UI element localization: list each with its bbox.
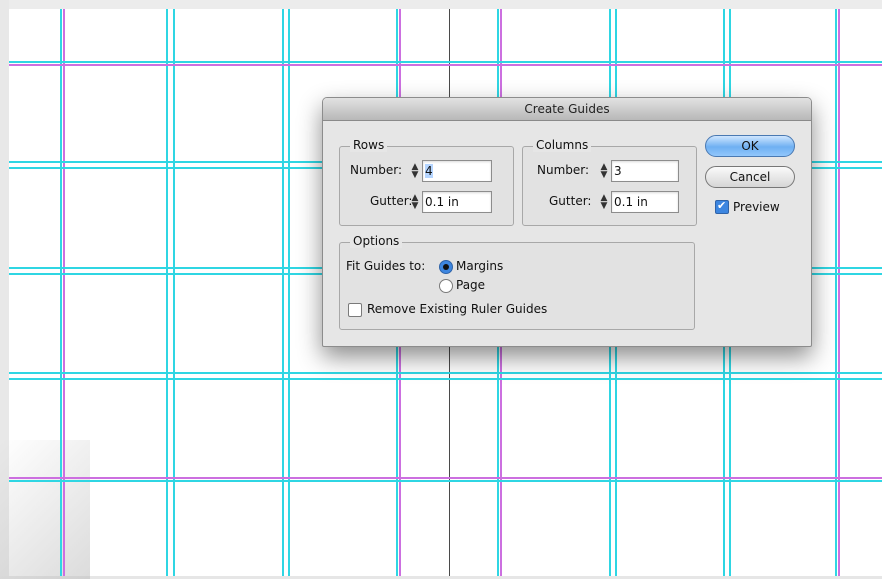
rows-number-input[interactable]: 4	[422, 160, 492, 182]
vertical-guide[interactable]	[835, 9, 837, 576]
vertical-guide[interactable]	[60, 9, 62, 576]
columns-gutter-stepper-icon[interactable]: ▲ ▼	[599, 194, 609, 211]
cancel-button[interactable]: Cancel	[705, 166, 795, 188]
rows-group: Rows Number: ▲ ▼ 4 Gutter: ▲ ▼ 0.1 in	[339, 138, 514, 226]
fit-margins-label[interactable]: Margins	[456, 259, 503, 273]
fit-guides-label: Fit Guides to:	[346, 259, 426, 273]
rows-legend: Rows	[350, 138, 388, 152]
fit-page-radio[interactable]	[439, 279, 453, 293]
rows-gutter-label: Gutter:	[370, 194, 413, 208]
remove-guides-label[interactable]: Remove Existing Ruler Guides	[367, 302, 547, 316]
ok-button[interactable]: OK	[705, 135, 795, 157]
rows-number-stepper-icon[interactable]: ▲ ▼	[410, 163, 420, 180]
columns-gutter-input[interactable]: 0.1 in	[611, 191, 679, 213]
remove-guides-checkbox[interactable]	[348, 303, 362, 317]
rows-number-label: Number:	[350, 163, 403, 177]
columns-gutter-label: Gutter:	[549, 194, 592, 208]
fit-page-label[interactable]: Page	[456, 278, 485, 292]
create-guides-dialog: Create Guides Rows Number: ▲ ▼ 4 Gutter: …	[322, 97, 812, 347]
rows-gutter-stepper-icon[interactable]: ▲ ▼	[410, 194, 420, 211]
horizontal-guide[interactable]	[9, 480, 882, 482]
options-group: Options Fit Guides to: Margins Page Remo…	[339, 234, 695, 330]
columns-number-input[interactable]: 3	[611, 160, 679, 182]
horizontal-margin-guide	[9, 477, 882, 479]
vertical-guide[interactable]	[282, 9, 284, 576]
columns-legend: Columns	[533, 138, 592, 152]
vertical-guide[interactable]	[173, 9, 175, 576]
fit-margins-radio[interactable]	[439, 260, 453, 274]
columns-group: Columns Number: ▲ ▼ 3 Gutter: ▲ ▼ 0.1 in	[522, 138, 697, 226]
vertical-guide[interactable]	[288, 9, 290, 576]
columns-number-stepper-icon[interactable]: ▲ ▼	[599, 163, 609, 180]
vertical-margin-guide	[838, 9, 840, 576]
horizontal-guide[interactable]	[9, 378, 882, 380]
preview-checkbox[interactable]	[715, 199, 729, 214]
preview-label[interactable]: Preview	[733, 200, 780, 214]
horizontal-guide[interactable]	[9, 372, 882, 374]
columns-number-label: Number:	[537, 163, 590, 177]
pasteboard-top	[0, 0, 882, 9]
pasteboard-shadow	[0, 440, 90, 579]
vertical-margin-guide	[63, 9, 65, 576]
rows-gutter-input[interactable]: 0.1 in	[422, 191, 492, 213]
horizontal-margin-guide	[9, 64, 882, 66]
horizontal-guide[interactable]	[9, 61, 882, 63]
dialog-title[interactable]: Create Guides	[323, 98, 811, 121]
options-legend: Options	[350, 234, 403, 248]
vertical-guide[interactable]	[166, 9, 168, 576]
